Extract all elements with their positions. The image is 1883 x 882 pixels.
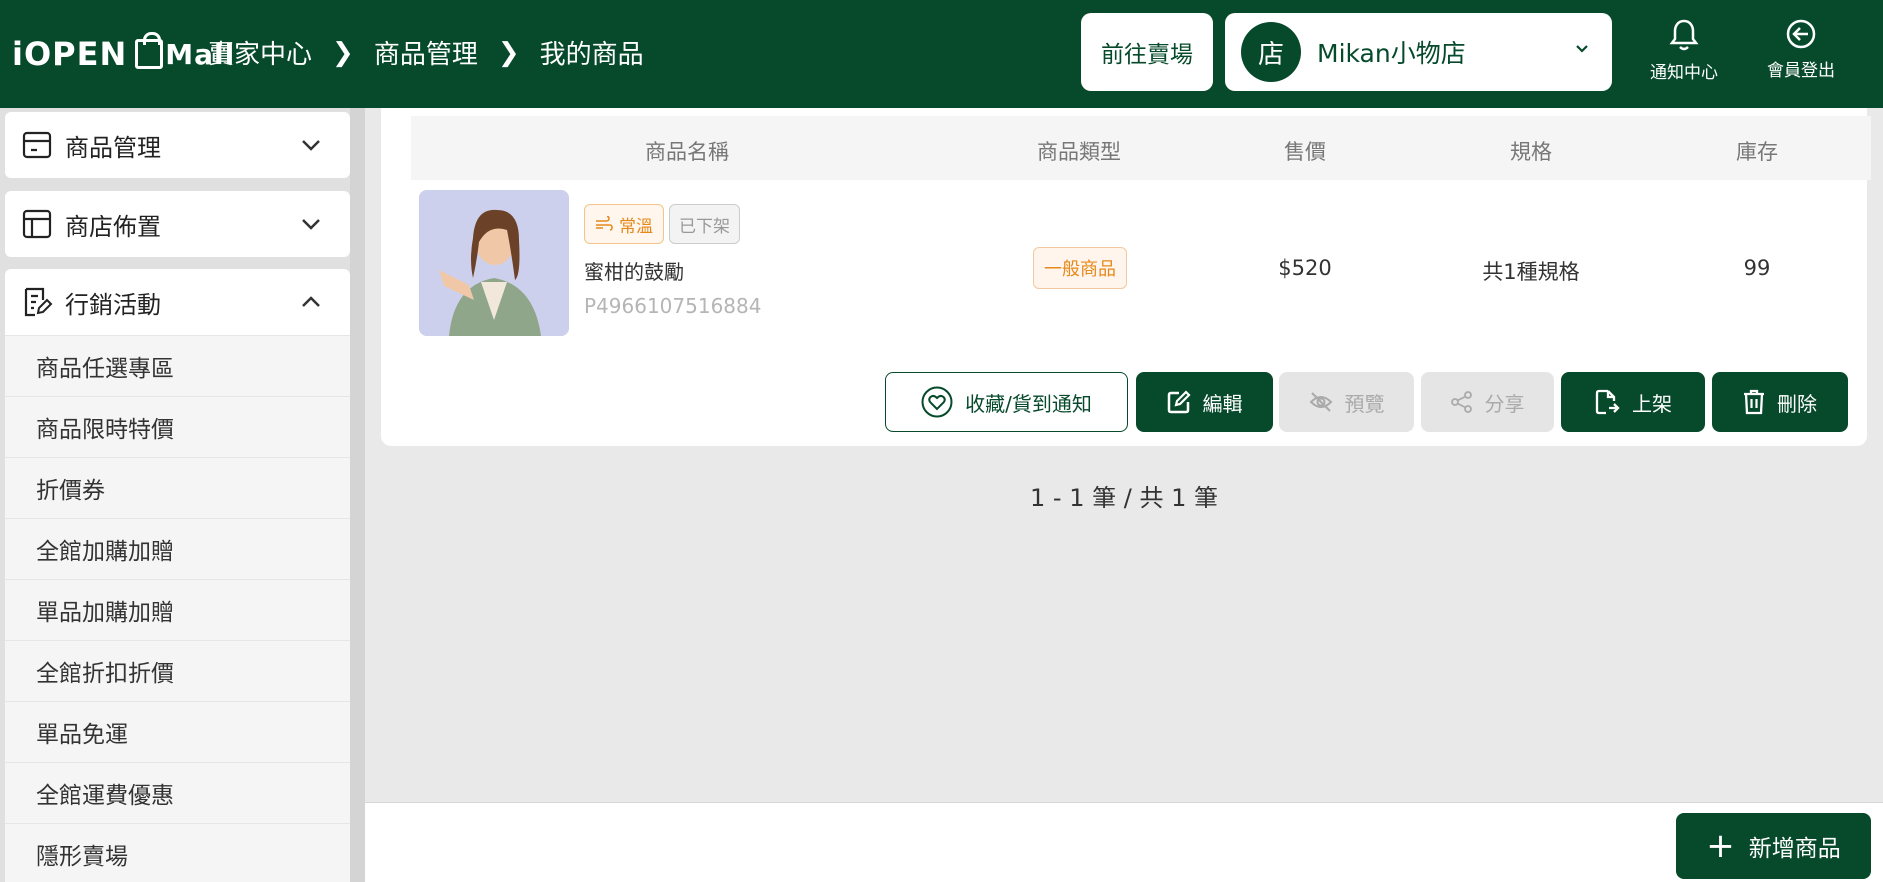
- product-price: $520: [1278, 256, 1332, 280]
- status-badge: 已下架: [669, 204, 740, 244]
- edit-button[interactable]: 編輯: [1136, 372, 1273, 432]
- temperature-tag-label: 常溫: [619, 216, 653, 237]
- chevron-up-icon: [302, 296, 320, 307]
- top-header: iOPEN Mall 賣家中心 ❯ 商品管理 ❯ 我的商品 前往賣場 店 Mik…: [0, 0, 1883, 108]
- temperature-tag: 常溫: [584, 204, 664, 244]
- col-header-stock: 庫存: [1736, 140, 1778, 164]
- product-photo: [419, 190, 569, 336]
- sidebar-item-store-discount[interactable]: 全館折扣折價: [5, 640, 350, 701]
- edit-doc-icon: [24, 287, 53, 317]
- breadcrumb-item[interactable]: 商品管理: [374, 34, 478, 71]
- shopping-bag-icon: [135, 32, 164, 69]
- notification-center-button[interactable]: 通知中心: [1634, 18, 1734, 90]
- sidebar-menu-marketing-head[interactable]: 行銷活動: [5, 269, 350, 335]
- share-icon: [1450, 391, 1472, 413]
- sidebar-item-product-pick[interactable]: 商品任選專區: [5, 335, 350, 396]
- col-header-price: 售價: [1284, 140, 1326, 164]
- wind-icon: [596, 216, 613, 231]
- share-label: 分享: [1484, 391, 1525, 416]
- sidebar-menu-marketing: 行銷活動 商品任選專區 商品限時特價 折價券 全館加購加贈 單品加購加贈 全館折…: [5, 269, 350, 882]
- breadcrumb-item[interactable]: 賣家中心: [208, 34, 312, 71]
- edit-icon: [1167, 390, 1191, 414]
- chevron-down-icon: [302, 140, 320, 151]
- logout-icon: [1786, 19, 1816, 49]
- chevron-down-icon: [1576, 45, 1588, 53]
- file-upload-icon: [1595, 389, 1620, 415]
- product-type-badge: 一般商品: [1033, 247, 1127, 289]
- store-name: Mikan小物店: [1317, 39, 1466, 68]
- publish-button[interactable]: 上架: [1561, 372, 1705, 432]
- breadcrumb: 賣家中心 ❯ 商品管理 ❯ 我的商品: [208, 34, 644, 71]
- chevron-right-icon: ❯: [497, 37, 520, 68]
- menu-label: 商店佈置: [65, 212, 161, 241]
- logout-label: 會員登出: [1767, 61, 1835, 81]
- favorite-notify-button[interactable]: 收藏/貨到通知: [885, 372, 1128, 432]
- logo-text: iOPEN: [12, 35, 128, 73]
- bell-icon: [1669, 19, 1699, 51]
- col-header-type: 商品類型: [1037, 140, 1121, 164]
- sidebar: 商品管理 商店佈置 行銷活動 商品任選專區 商品限時特價 折價券 全館加購加贈 …: [0, 108, 365, 882]
- favorite-notify-label: 收藏/貨到通知: [965, 391, 1092, 416]
- sidebar-menu-product[interactable]: 商品管理: [5, 112, 350, 178]
- breadcrumb-item: 我的商品: [539, 40, 644, 70]
- layout-icon: [22, 209, 52, 239]
- edit-label: 編輯: [1202, 391, 1243, 416]
- sidebar-item-free-shipping[interactable]: 單品免運: [5, 701, 350, 762]
- notify-label: 通知中心: [1650, 63, 1718, 83]
- logout-button[interactable]: 會員登出: [1751, 18, 1851, 90]
- preview-label: 預覽: [1344, 391, 1385, 416]
- table-header: 商品名稱 商品類型 售價 規格 庫存: [411, 116, 1871, 180]
- heart-icon: [921, 386, 953, 418]
- sidebar-item-store-addon[interactable]: 全館加購加贈: [5, 518, 350, 579]
- sidebar-menu-store-layout[interactable]: 商店佈置: [5, 191, 350, 257]
- bottom-action-bar: + 新增商品: [365, 802, 1883, 882]
- col-header-name: 商品名稱: [645, 140, 729, 164]
- publish-label: 上架: [1632, 391, 1672, 416]
- menu-label: 商品管理: [65, 133, 161, 162]
- share-button[interactable]: 分享: [1421, 372, 1554, 432]
- chevron-right-icon: ❯: [332, 37, 354, 68]
- plus-icon: +: [1706, 826, 1735, 866]
- store-avatar: 店: [1241, 22, 1301, 82]
- goto-store-button[interactable]: 前往賣場: [1081, 13, 1213, 91]
- chevron-down-icon: [302, 219, 320, 230]
- product-table-card: 商品名稱 商品類型 售價 規格 庫存 常溫 已下架 蜜柑的鼓勵 P4966107…: [381, 108, 1871, 446]
- product-name[interactable]: 蜜柑的鼓勵: [584, 256, 684, 285]
- product-image[interactable]: [419, 190, 569, 336]
- product-code: P4966107516884: [584, 294, 762, 318]
- delete-button[interactable]: 刪除: [1712, 372, 1848, 432]
- store-selector[interactable]: 店 Mikan小物店: [1225, 13, 1612, 91]
- product-spec: 共1種規格: [1482, 260, 1580, 284]
- add-product-button[interactable]: + 新增商品: [1676, 813, 1871, 879]
- trash-icon: [1744, 389, 1764, 415]
- pagination-info: 1 - 1 筆 / 共 1 筆: [1030, 484, 1218, 512]
- logo[interactable]: iOPEN Mall: [12, 32, 235, 76]
- delete-label: 刪除: [1777, 391, 1817, 416]
- sidebar-item-shipping-offer[interactable]: 全館運費優惠: [5, 762, 350, 823]
- sidebar-item-coupon[interactable]: 折價券: [5, 457, 350, 518]
- sidebar-item-hidden-store[interactable]: 隱形賣場: [5, 823, 350, 882]
- preview-button[interactable]: 預覽: [1279, 372, 1414, 432]
- sidebar-item-item-addon[interactable]: 單品加購加贈: [5, 579, 350, 640]
- main-content: 商品名稱 商品類型 售價 規格 庫存 常溫 已下架 蜜柑的鼓勵 P4966107…: [365, 108, 1883, 802]
- eye-off-icon: [1309, 392, 1332, 412]
- box-icon: [22, 131, 52, 159]
- menu-label: 行銷活動: [65, 290, 161, 319]
- add-product-label: 新增商品: [1748, 836, 1841, 862]
- sidebar-scrollbar[interactable]: [350, 108, 365, 882]
- col-header-spec: 規格: [1510, 140, 1552, 164]
- sidebar-item-flash-price[interactable]: 商品限時特價: [5, 396, 350, 457]
- product-stock: 99: [1743, 256, 1771, 280]
